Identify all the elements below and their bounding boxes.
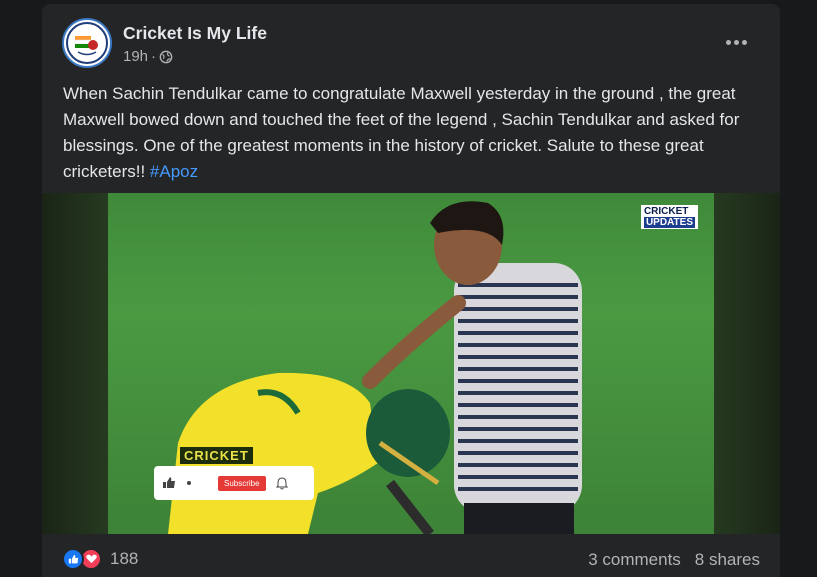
more-dot <box>733 39 739 45</box>
thumbs-up-icon <box>163 477 175 488</box>
cricket-banner: CRICKET <box>180 447 253 464</box>
channel-logo-line2: UPDATES <box>643 217 695 228</box>
post-meta: 19h · <box>123 48 173 65</box>
engagement-counts: 3 comments 8 shares <box>588 550 760 570</box>
dot-icon <box>187 481 191 485</box>
media-blur-left <box>42 193 108 534</box>
more-options-button[interactable] <box>720 30 752 54</box>
reaction-count[interactable]: 188 <box>110 549 138 569</box>
channel-logo-line1: CRICKET <box>643 206 689 217</box>
post-time[interactable]: 19h <box>123 48 148 65</box>
bell-icon[interactable] <box>275 476 288 490</box>
page-name[interactable]: Cricket Is My Life <box>123 23 267 44</box>
subscribe-overlay: Subscribe <box>154 466 314 500</box>
meta-separator: · <box>151 48 157 65</box>
channel-logo: CRICKET UPDATES <box>640 205 698 229</box>
post-video[interactable]: CRICKET UPDATES CRICKET Subscribe <box>42 193 780 534</box>
shares-count[interactable]: 8 shares <box>695 550 760 570</box>
more-dot <box>741 39 747 45</box>
comments-count[interactable]: 3 comments <box>588 550 681 570</box>
post-header: Cricket Is My Life 19h · <box>62 18 760 68</box>
reactions-summary[interactable]: 188 <box>62 548 138 570</box>
subscribe-button[interactable]: Subscribe <box>218 475 266 491</box>
more-horizontal-icon <box>725 39 731 45</box>
like-icon <box>62 548 84 570</box>
post-card: Cricket Is My Life 19h · When Sachin Ten… <box>42 4 780 577</box>
video-frame[interactable]: CRICKET UPDATES CRICKET Subscribe <box>108 193 714 534</box>
globe-icon <box>159 50 173 63</box>
post-text: When Sachin Tendulkar came to congratula… <box>63 81 763 185</box>
media-blur-right <box>714 193 780 534</box>
hashtag-link[interactable]: #Apoz <box>150 162 198 181</box>
page-logo-icon <box>66 22 108 64</box>
page-avatar[interactable] <box>62 18 112 68</box>
